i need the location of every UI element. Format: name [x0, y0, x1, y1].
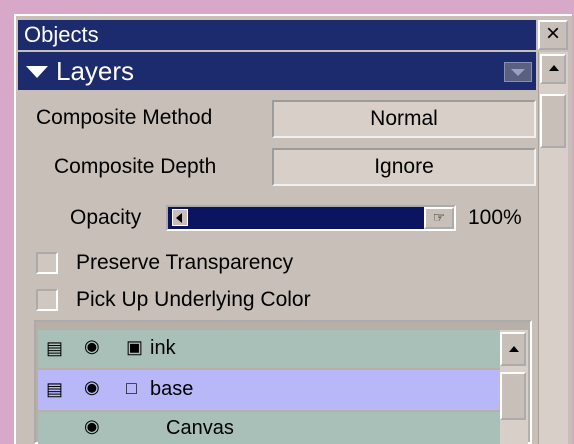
opacity-value: 100% — [468, 206, 522, 229]
scroll-thumb[interactable] — [540, 94, 566, 148]
composite-depth-label: Composite Depth — [54, 155, 217, 178]
close-button[interactable]: × — [538, 20, 568, 50]
lock-closed-icon[interactable]: ▣ — [126, 337, 143, 358]
hand-cursor-icon: ☞ — [432, 209, 446, 225]
close-icon: × — [545, 20, 560, 47]
composite-method-label: Composite Method — [36, 106, 213, 129]
eye-icon[interactable]: ◉ — [84, 416, 100, 437]
list-scroll-thumb[interactable] — [500, 372, 526, 420]
layer-row-base[interactable] — [38, 370, 500, 410]
opacity-slider[interactable] — [166, 205, 456, 231]
eye-icon[interactable]: ◉ — [84, 377, 100, 398]
layer-name: base — [150, 378, 194, 400]
composite-depth-select[interactable]: Ignore — [272, 148, 536, 186]
layer-name: ink — [150, 337, 176, 359]
window-title: Objects — [18, 20, 536, 50]
layer-row-ink[interactable] — [38, 330, 500, 368]
preserve-transparency-checkbox[interactable] — [36, 252, 58, 274]
preserve-transparency-label: Preserve Transparency — [76, 251, 294, 274]
stack-icon[interactable]: ▤ — [46, 338, 63, 359]
stack-icon[interactable]: ▤ — [46, 379, 63, 400]
eye-icon[interactable]: ◉ — [84, 336, 100, 357]
pick-up-underlying-color-checkbox[interactable] — [36, 289, 58, 311]
layers-menu-button[interactable] — [504, 62, 532, 82]
layer-row-canvas[interactable] — [38, 412, 500, 444]
scroll-up-button[interactable] — [540, 54, 566, 84]
lock-open-icon[interactable]: □ — [126, 378, 137, 399]
list-scroll-up-button[interactable] — [500, 332, 526, 366]
pick-up-underlying-color-label: Pick Up Underlying Color — [76, 288, 311, 311]
opacity-decrease-button[interactable] — [172, 209, 188, 226]
layers-section-label: Layers — [56, 56, 135, 86]
layer-name: Canvas — [166, 417, 234, 439]
composite-method-select[interactable]: Normal — [272, 100, 536, 138]
collapse-triangle-icon[interactable] — [26, 66, 48, 78]
opacity-label: Opacity — [70, 206, 142, 229]
opacity-slider-thumb[interactable]: ☞ — [424, 207, 454, 229]
